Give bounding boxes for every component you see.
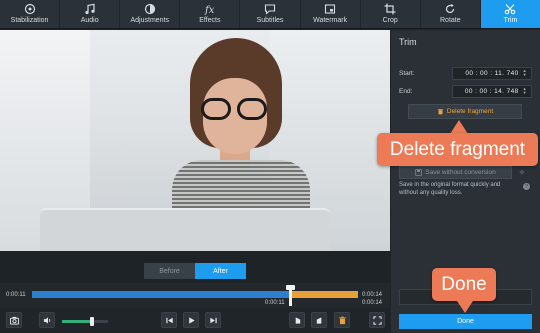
callout-arrow-delete — [450, 120, 468, 134]
tab-label: Adjustments — [130, 17, 170, 24]
tab-stabilization[interactable]: Stabilization — [0, 0, 61, 28]
delete-fragment-button[interactable]: Delete fragment — [408, 104, 522, 119]
mark-out-button[interactable] — [311, 312, 327, 328]
selection-start-label: 0:00:11 — [265, 300, 285, 306]
before-after-toggle: Before After — [144, 263, 246, 279]
mark-out-icon — [316, 316, 321, 324]
tab-subtitles[interactable]: Subtitles — [240, 0, 301, 28]
save-options-icon[interactable]: ✧ — [515, 166, 529, 179]
delete-fragment-label: Delete fragment — [446, 108, 494, 115]
selection-end-label: 0:00:14 — [362, 300, 383, 306]
tab-label: Stabilization — [10, 17, 49, 24]
fullscreen-icon — [372, 315, 382, 325]
start-label: Start: — [399, 69, 415, 77]
playback-controls — [0, 308, 390, 333]
video-viewer: Before After — [0, 30, 390, 283]
start-time-row: Start: 00 : 00 : 11. 740 ▲ ▼ — [399, 66, 532, 80]
tab-label: Audio — [80, 17, 99, 24]
tab-crop[interactable]: Crop — [361, 0, 421, 28]
tab-rotate[interactable]: Rotate — [421, 0, 481, 28]
save-without-conversion-label: Save without conversion — [425, 169, 496, 176]
svg-text:fx: fx — [204, 5, 215, 15]
start-time-input[interactable]: 00 : 00 : 11. 740 ▲ ▼ — [452, 66, 532, 80]
timeline: 0:00:11 0:00:14 0:00:11 0:00:14 — [0, 283, 390, 308]
glasses-right-lens — [237, 98, 267, 120]
spin-down-icon: ▼ — [522, 90, 527, 95]
volume-slider[interactable] — [62, 317, 108, 326]
help-icon[interactable]: ? — [523, 183, 530, 190]
tab-label: Rotate — [440, 17, 461, 24]
next-frame-button[interactable] — [205, 312, 221, 328]
volume-level — [62, 320, 92, 323]
delete-segment-button[interactable] — [334, 312, 350, 328]
toolbar: Stabilization Audio Adjustments fx Effec… — [0, 0, 540, 29]
save-description: Save in the original format quickly and … — [399, 182, 501, 196]
mark-in-icon — [295, 316, 300, 324]
tab-watermark[interactable]: Watermark — [301, 0, 361, 28]
crop-icon — [384, 3, 396, 15]
trash-icon — [437, 109, 443, 115]
callout-done: Done — [432, 268, 496, 301]
current-time-label: 0:00:11 — [6, 292, 26, 298]
laptop — [40, 208, 330, 251]
tab-label: Trim — [503, 17, 518, 24]
scissors-icon — [505, 4, 516, 15]
tab-label: Watermark — [313, 17, 348, 24]
after-button[interactable]: After — [195, 263, 246, 279]
spin-down-icon: ▼ — [522, 72, 527, 77]
tab-label: Subtitles — [256, 17, 284, 24]
previous-frame-icon — [165, 317, 173, 323]
volume-button[interactable] — [39, 312, 55, 328]
before-button[interactable]: Before — [144, 263, 195, 279]
callout-delete-fragment: Delete fragment — [377, 133, 538, 166]
tab-audio[interactable]: Audio — [60, 0, 121, 28]
watermark-icon — [325, 4, 336, 14]
tab-trim[interactable]: Trim — [480, 0, 540, 28]
save-without-conversion-button[interactable]: Save without conversion — [399, 166, 512, 179]
music-note-icon — [85, 3, 95, 15]
snapshot-button[interactable] — [6, 312, 22, 328]
end-time-input[interactable]: 00 : 00 : 14. 748 ▲ ▼ — [452, 84, 532, 98]
app-window: Stabilization Audio Adjustments fx Effec… — [0, 0, 540, 333]
end-time-value: 00 : 00 : 14. 748 — [464, 87, 519, 95]
playhead[interactable] — [288, 285, 292, 306]
play-icon — [188, 316, 195, 324]
save-icon — [415, 169, 422, 176]
glasses-left-lens — [201, 98, 231, 120]
video-frame — [0, 30, 390, 251]
next-frame-icon — [209, 317, 217, 323]
fx-icon: fx — [204, 5, 215, 15]
stabilization-icon — [24, 3, 35, 15]
start-time-spinner[interactable]: ▲ ▼ — [523, 69, 527, 77]
timeline-track[interactable] — [32, 291, 358, 298]
start-time-value: 00 : 00 : 11. 740 — [465, 69, 519, 77]
tab-effects[interactable]: fx Effects — [180, 0, 241, 28]
timeline-selection[interactable] — [291, 291, 358, 298]
volume-knob[interactable] — [89, 317, 94, 326]
tab-label: Crop — [382, 17, 398, 24]
mark-in-button[interactable] — [289, 312, 305, 328]
end-label: End: — [399, 87, 413, 95]
end-time-label: 0:00:14 — [362, 292, 383, 298]
speech-bubble-icon — [264, 4, 276, 15]
contrast-icon — [144, 3, 155, 15]
play-button[interactable] — [183, 312, 199, 328]
end-time-row: End: 00 : 00 : 14. 748 ▲ ▼ — [399, 84, 532, 98]
rotate-icon — [446, 3, 455, 14]
previous-frame-button[interactable] — [161, 312, 177, 328]
camera-icon — [9, 316, 19, 325]
panel-title: Trim — [399, 37, 417, 47]
callout-arrow-done — [457, 301, 473, 313]
end-time-spinner[interactable]: ▲ ▼ — [523, 87, 527, 95]
trash-icon — [338, 316, 346, 324]
tab-label: Effects — [199, 17, 221, 24]
tab-adjustments[interactable]: Adjustments — [120, 0, 181, 28]
done-button[interactable]: Done — [399, 314, 532, 329]
fullscreen-button[interactable] — [369, 312, 385, 328]
speaker-icon — [43, 316, 50, 324]
